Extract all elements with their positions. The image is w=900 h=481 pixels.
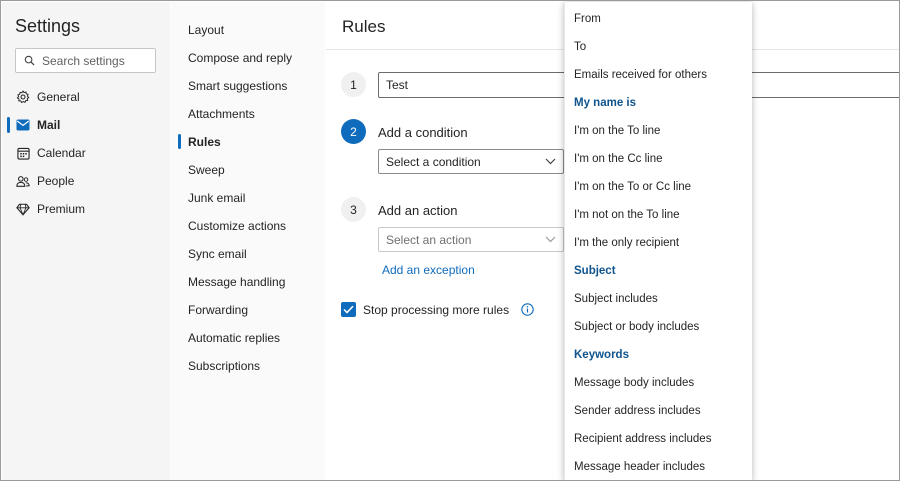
nav-item-mail[interactable]: Mail [2, 113, 170, 137]
dropdown-option-sender-address-includes[interactable]: Sender address includes [565, 397, 753, 425]
info-icon[interactable] [521, 303, 534, 316]
menu-item-attachments[interactable]: Attachments [171, 103, 325, 125]
search-icon [24, 55, 36, 67]
add-exception-link[interactable]: Add an exception [382, 263, 475, 277]
menu-item-label: Junk email [188, 191, 246, 205]
action-select-value: Select an action [386, 232, 472, 247]
nav-item-people[interactable]: People [2, 169, 170, 193]
dropdown-option-on-to-line[interactable]: I'm on the To line [565, 117, 753, 145]
nav-item-label: Mail [37, 118, 61, 132]
nav-item-label: General [37, 90, 80, 104]
condition-select-value: Select a condition [386, 154, 481, 169]
dropdown-option-on-to-or-cc-line[interactable]: I'm on the To or Cc line [565, 173, 753, 201]
dropdown-option-to[interactable]: To [565, 33, 753, 61]
menu-item-sync-email[interactable]: Sync email [171, 243, 325, 265]
menu-item-label: Rules [188, 135, 221, 149]
menu-item-message-handling[interactable]: Message handling [171, 271, 325, 293]
menu-item-label: Smart suggestions [188, 79, 288, 93]
dropdown-option-subject-or-body-includes[interactable]: Subject or body includes [565, 313, 753, 341]
menu-item-label: Subscriptions [188, 359, 261, 373]
dropdown-option-on-cc-line[interactable]: I'm on the Cc line [565, 145, 753, 173]
mail-settings-menu: Layout Compose and reply Smart suggestio… [171, 2, 325, 480]
settings-title: Settings [15, 16, 81, 36]
gear-icon [16, 90, 30, 104]
menu-item-label: Layout [188, 23, 225, 37]
dropdown-option-message-header-includes[interactable]: Message header includes [565, 453, 753, 480]
settings-sidebar: Settings General Mail Calendar [2, 2, 170, 480]
calendar-icon [16, 146, 30, 160]
action-select[interactable]: Select an action [378, 227, 564, 252]
dropdown-option-from[interactable]: From [565, 5, 753, 33]
chevron-down-icon [545, 234, 557, 246]
menu-item-compose-and-reply[interactable]: Compose and reply [171, 47, 325, 69]
rule-name-value: Test [386, 78, 409, 92]
menu-item-subscriptions[interactable]: Subscriptions [171, 355, 325, 377]
menu-item-automatic-replies[interactable]: Automatic replies [171, 327, 325, 349]
dropdown-option-only-recipient[interactable]: I'm the only recipient [565, 229, 753, 257]
menu-item-label: Message handling [188, 275, 286, 289]
nav-item-general[interactable]: General [2, 85, 170, 109]
menu-item-label: Sync email [188, 247, 247, 261]
dropdown-option-not-on-to-line[interactable]: I'm not on the To line [565, 201, 753, 229]
add-action-label: Add an action [378, 203, 458, 218]
condition-select[interactable]: Select a condition [378, 149, 564, 174]
dropdown-option-emails-received-for-others[interactable]: Emails received for others [565, 61, 753, 89]
settings-window: Settings General Mail Calendar [0, 0, 900, 481]
condition-dropdown-list: From To Emails received for others My na… [564, 2, 753, 480]
page-title: Rules [342, 17, 386, 36]
stop-processing-checkbox[interactable] [341, 302, 356, 317]
dropdown-option-recipient-address-includes[interactable]: Recipient address includes [565, 425, 753, 453]
dropdown-option-subject-includes[interactable]: Subject includes [565, 285, 753, 313]
mail-icon [16, 118, 30, 132]
dropdown-option-message-body-includes[interactable]: Message body includes [565, 369, 753, 397]
menu-item-customize-actions[interactable]: Customize actions [171, 215, 325, 237]
dropdown-header-my-name-is: My name is [574, 97, 636, 109]
nav-item-calendar[interactable]: Calendar [2, 141, 170, 165]
nav-item-label: People [37, 174, 75, 188]
menu-item-junk-email[interactable]: Junk email [171, 187, 325, 209]
menu-item-forwarding[interactable]: Forwarding [171, 299, 325, 321]
nav-item-label: Premium [37, 202, 86, 216]
menu-item-label: Automatic replies [188, 331, 281, 345]
nav-item-premium[interactable]: Premium [2, 197, 170, 221]
menu-item-sweep[interactable]: Sweep [171, 159, 325, 181]
menu-item-smart-suggestions[interactable]: Smart suggestions [171, 75, 325, 97]
step-3-badge: 3 [341, 197, 366, 222]
step-1-badge: 1 [341, 72, 366, 97]
search-settings-box[interactable] [15, 48, 156, 73]
stop-processing-row: Stop processing more rules [341, 302, 534, 317]
chevron-down-icon [545, 156, 557, 168]
menu-item-rules[interactable]: Rules [171, 131, 325, 153]
menu-item-layout[interactable]: Layout [171, 19, 325, 41]
menu-item-label: Attachments [188, 107, 255, 121]
step-2-badge: 2 [341, 119, 366, 144]
menu-item-label: Compose and reply [188, 51, 293, 65]
dropdown-header-keywords: Keywords [574, 349, 629, 361]
people-icon [16, 174, 30, 188]
menu-item-label: Customize actions [188, 219, 287, 233]
stop-processing-label: Stop processing more rules [363, 302, 510, 317]
search-settings-input[interactable] [42, 53, 152, 68]
diamond-icon [16, 202, 30, 216]
menu-item-label: Forwarding [188, 303, 249, 317]
menu-item-label: Sweep [188, 163, 225, 177]
add-condition-label: Add a condition [378, 125, 468, 140]
nav-item-label: Calendar [37, 146, 86, 160]
dropdown-header-subject: Subject [574, 265, 616, 277]
